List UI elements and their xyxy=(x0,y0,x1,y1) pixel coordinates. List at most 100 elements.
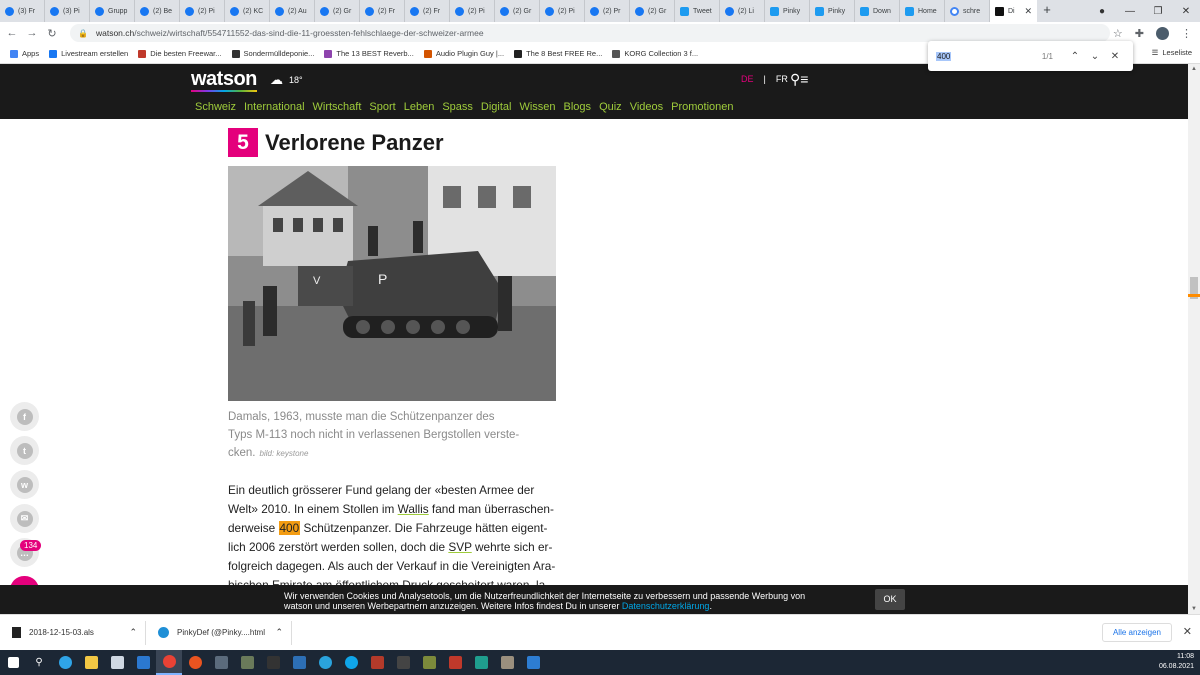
system-clock[interactable]: 11:08 06.08.2021 xyxy=(1159,652,1194,672)
page-scrollbar[interactable]: ▲ ▼ xyxy=(1188,64,1200,614)
lang-fr-link[interactable]: FR xyxy=(776,74,788,84)
nav-link[interactable]: Wirtschaft xyxy=(313,101,362,113)
profile-avatar[interactable] xyxy=(1156,26,1169,40)
bookmark-item[interactable]: The 13 BEST Reverb... xyxy=(324,49,414,58)
file-explorer-icon[interactable] xyxy=(78,650,104,675)
nav-link[interactable]: Schweiz xyxy=(195,101,236,113)
lang-de-link[interactable]: DE xyxy=(741,74,754,84)
bookmark-item[interactable]: Audio Plugin Guy |... xyxy=(423,49,504,58)
nav-link[interactable]: Wissen xyxy=(519,101,555,113)
tab-search-icon[interactable]: ● xyxy=(1088,6,1116,17)
bookmark-item[interactable]: Sondermülldeponie... xyxy=(231,49,314,58)
browser-tab[interactable]: (2) Pr xyxy=(585,0,630,22)
download-item[interactable]: PinkyDef (@Pinky....html ⌃ xyxy=(158,620,292,645)
weather-widget[interactable]: ☁ 18° xyxy=(270,72,303,88)
address-bar[interactable]: 🔒 watson.ch/schweiz/wirtschaft/554711552… xyxy=(70,24,1110,42)
back-icon[interactable]: ← xyxy=(4,27,20,39)
browser-tab[interactable]: (2) Be xyxy=(135,0,180,22)
download-item[interactable]: 2018-12-15-03.als ⌃ xyxy=(12,620,146,645)
ubuntu-icon[interactable] xyxy=(182,650,208,675)
link-svp[interactable]: SVP xyxy=(448,540,471,554)
browser-tab[interactable]: Home xyxy=(900,0,945,22)
minimize-icon[interactable]: — xyxy=(1116,6,1144,17)
nav-link[interactable]: Quiz xyxy=(599,101,622,113)
search-menu-icon[interactable]: ⚲≡ xyxy=(790,71,808,88)
search-icon[interactable]: ⚲ xyxy=(26,650,52,675)
find-prev-icon[interactable]: ⌃ xyxy=(1065,51,1085,62)
close-window-icon[interactable]: ✕ xyxy=(1172,6,1200,17)
browser-tab[interactable]: (2) Gr xyxy=(495,0,540,22)
extensions-icon[interactable]: ✚ xyxy=(1135,27,1144,40)
browser-tab[interactable]: Pinky xyxy=(810,0,855,22)
restore-icon[interactable]: ❐ xyxy=(1144,6,1172,17)
bookmark-item[interactable]: Apps xyxy=(10,49,39,58)
browser-tab[interactable]: (2) Pi xyxy=(180,0,225,22)
bookmark-item[interactable]: The 8 Best FREE Re... xyxy=(514,49,602,58)
show-all-downloads-button[interactable]: Alle anzeigen xyxy=(1101,623,1172,642)
menu-icon[interactable]: ⋮ xyxy=(1181,27,1192,40)
find-input[interactable]: 400 xyxy=(936,51,952,61)
chrome-icon[interactable] xyxy=(156,650,182,675)
forward-icon[interactable]: → xyxy=(24,27,40,39)
browser-tab[interactable]: Di ✕ xyxy=(990,0,1037,22)
nav-link[interactable]: Videos xyxy=(630,101,663,113)
browser-tab[interactable]: (3) Pi xyxy=(45,0,90,22)
app-icon[interactable] xyxy=(416,650,442,675)
app-icon[interactable] xyxy=(208,650,234,675)
share-whatsapp-button[interactable]: w xyxy=(10,470,39,499)
nav-link[interactable]: Promotionen xyxy=(671,101,733,113)
browser-tab[interactable]: (2) Fr xyxy=(405,0,450,22)
article-photo[interactable]: P V xyxy=(228,166,556,401)
nav-link[interactable]: Sport xyxy=(369,101,395,113)
browser-tab[interactable]: Pinky xyxy=(765,0,810,22)
link-wallis[interactable]: Wallis xyxy=(398,502,429,516)
find-next-icon[interactable]: ⌄ xyxy=(1085,51,1105,62)
bookmark-item[interactable]: Livestream erstellen xyxy=(49,49,128,58)
reload-icon[interactable]: ↻ xyxy=(44,27,60,40)
scroll-up-icon[interactable]: ▲ xyxy=(1191,66,1197,72)
browser-tab[interactable]: (2) KC xyxy=(225,0,270,22)
watson-logo[interactable]: watson xyxy=(191,68,257,91)
store-icon[interactable] xyxy=(104,650,130,675)
telegram-icon[interactable] xyxy=(312,650,338,675)
browser-tab[interactable]: (2) Gr xyxy=(630,0,675,22)
app-icon[interactable] xyxy=(390,650,416,675)
app-icon[interactable] xyxy=(286,650,312,675)
app-icon[interactable] xyxy=(520,650,546,675)
app-icon[interactable] xyxy=(442,650,468,675)
ableton-live-icon[interactable] xyxy=(260,650,286,675)
browser-tab[interactable]: schre xyxy=(945,0,990,22)
find-close-icon[interactable]: ✕ xyxy=(1105,51,1125,62)
close-tab-icon[interactable]: ✕ xyxy=(1024,6,1032,17)
browser-tab[interactable]: (3) Fr xyxy=(0,0,45,22)
scroll-down-icon[interactable]: ▼ xyxy=(1191,606,1197,612)
share-twitter-button[interactable]: t xyxy=(10,436,39,465)
browser-tab[interactable]: (2) Li xyxy=(720,0,765,22)
app-icon[interactable] xyxy=(364,650,390,675)
cookie-ok-button[interactable]: OK xyxy=(875,589,905,610)
browser-tab[interactable]: (2) Au xyxy=(270,0,315,22)
browser-tab[interactable]: (2) Fr xyxy=(360,0,405,22)
skype-icon[interactable] xyxy=(338,650,364,675)
nav-link[interactable]: Digital xyxy=(481,101,512,113)
bookmark-item[interactable]: Die besten Freewar... xyxy=(138,49,222,58)
nav-link[interactable]: Spass xyxy=(442,101,473,113)
edge-icon[interactable] xyxy=(52,650,78,675)
new-tab-icon[interactable]: + xyxy=(1037,0,1057,22)
browser-tab[interactable]: (2) Pi xyxy=(450,0,495,22)
browser-tab[interactable]: (2) Gr xyxy=(315,0,360,22)
url-text[interactable]: watson.ch/schweiz/wirtschaft/554711552-d… xyxy=(96,28,484,38)
mail-icon[interactable] xyxy=(130,650,156,675)
share-facebook-button[interactable]: f xyxy=(10,402,39,431)
reading-list[interactable]: ☰ Leseliste xyxy=(1152,48,1192,57)
app-icon[interactable] xyxy=(234,650,260,675)
nav-link[interactable]: Blogs xyxy=(564,101,592,113)
share-email-button[interactable]: ✉ xyxy=(10,504,39,533)
chevron-up-icon[interactable]: ⌃ xyxy=(275,627,283,638)
nav-link[interactable]: Leben xyxy=(404,101,435,113)
bookmark-item[interactable]: KORG Collection 3 f... xyxy=(612,49,698,58)
star-icon[interactable]: ☆ xyxy=(1113,27,1123,40)
app-icon[interactable] xyxy=(468,650,494,675)
nav-link[interactable]: International xyxy=(244,101,305,113)
browser-tab[interactable]: Tweet xyxy=(675,0,720,22)
